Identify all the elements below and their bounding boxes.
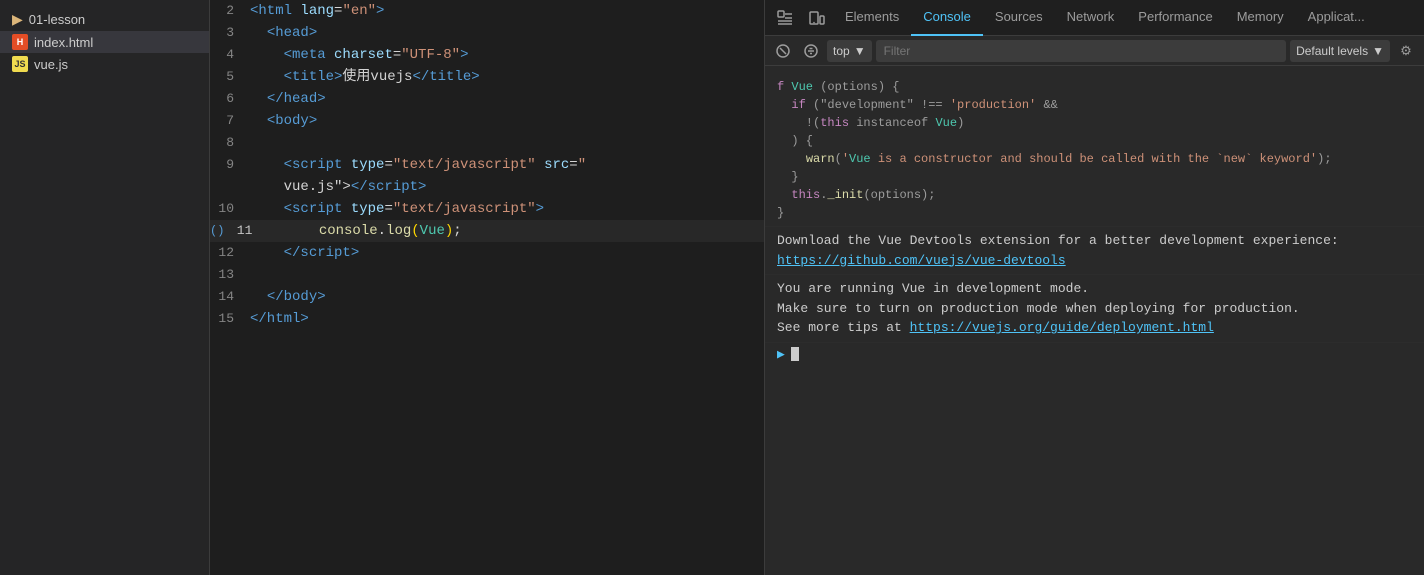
line-content: <title>使用vuejs</title> (250, 66, 764, 88)
line-number: 7 (210, 110, 250, 132)
line-number: 4 (210, 44, 250, 66)
console-entry-download: Download the Vue Devtools extension for … (765, 227, 1424, 275)
active-line-indicator: () (210, 220, 224, 242)
line-number: 8 (210, 132, 250, 154)
code-editor: 2<html lang="en">3 <head>4 <meta charset… (210, 0, 764, 575)
code-line: 2<html lang="en"> (210, 0, 764, 22)
filter-icon[interactable] (799, 39, 823, 63)
code-line: ()11 console.log(Vue); (210, 220, 764, 242)
file-name-js: vue.js (34, 57, 68, 72)
deployment-link[interactable]: https://vuejs.org/guide/deployment.html (910, 320, 1214, 335)
code-line: vue.js"></script> (210, 176, 764, 198)
html-file-icon: H (12, 34, 28, 50)
clear-console-button[interactable] (771, 39, 795, 63)
line-number: 9 (210, 154, 250, 176)
js-file-icon: JS (12, 56, 28, 72)
tab-sources[interactable]: Sources (983, 0, 1055, 36)
line-number: 11 (228, 220, 268, 242)
line-number: 5 (210, 66, 250, 88)
console-prompt: ▶ (765, 343, 1424, 366)
more-settings-button[interactable]: ⚙ (1394, 39, 1418, 63)
context-dropdown-arrow: ▼ (854, 44, 866, 58)
context-label: top (833, 44, 850, 58)
code-line: 7 <body> (210, 110, 764, 132)
line-number: 10 (210, 198, 250, 220)
line-content: <html lang="en"> (250, 0, 764, 22)
code-line: 3 <head> (210, 22, 764, 44)
console-message-1: Download the Vue Devtools extension for … (777, 233, 1339, 248)
line-content: <script type="text/javascript"> (250, 198, 764, 220)
console-code-block: f Vue (options) { if ("development" !== … (777, 78, 1412, 222)
file-name-html: index.html (34, 35, 93, 50)
line-content: </html> (250, 308, 764, 330)
code-line: 14 </body> (210, 286, 764, 308)
code-line: 6 </head> (210, 88, 764, 110)
line-content: </body> (250, 286, 764, 308)
context-selector[interactable]: top ▼ (827, 40, 872, 62)
file-tree: ▶ 01-lesson H index.html JS vue.js (0, 0, 210, 575)
tab-performance[interactable]: Performance (1126, 0, 1224, 36)
line-content: <head> (250, 22, 764, 44)
console-output: f Vue (options) { if ("development" !== … (765, 66, 1424, 575)
tab-elements[interactable]: Elements (833, 0, 911, 36)
code-line: 8 (210, 132, 764, 154)
devtools-tabs: Elements Console Sources Network Perform… (765, 0, 1424, 36)
console-toolbar: top ▼ Default levels ▼ ⚙ (765, 36, 1424, 66)
line-content: <script type="text/javascript" src=" (250, 154, 764, 176)
prompt-arrow: ▶ (777, 347, 785, 362)
code-line: 13 (210, 264, 764, 286)
console-message-3: Make sure to turn on production mode whe… (777, 301, 1300, 316)
vue-devtools-link[interactable]: https://github.com/vuejs/vue-devtools (777, 253, 1066, 268)
tab-memory[interactable]: Memory (1225, 0, 1296, 36)
line-content: console.log(Vue); (268, 220, 764, 242)
line-number: 6 (210, 88, 250, 110)
line-number: 12 (210, 242, 250, 264)
log-levels-selector[interactable]: Default levels ▼ (1290, 40, 1390, 62)
console-message-4: See more tips at (777, 320, 910, 335)
code-line: 15</html> (210, 308, 764, 330)
line-number: 3 (210, 22, 250, 44)
line-number: 15 (210, 308, 250, 330)
device-icon[interactable] (803, 4, 831, 32)
code-content: 2<html lang="en">3 <head>4 <meta charset… (210, 0, 764, 330)
levels-dropdown-arrow: ▼ (1372, 44, 1384, 58)
code-line: 9 <script type="text/javascript" src=" (210, 154, 764, 176)
tab-network[interactable]: Network (1055, 0, 1127, 36)
line-content: <meta charset="UTF-8"> (250, 44, 764, 66)
tab-console[interactable]: Console (911, 0, 983, 36)
folder-icon: ▶ (12, 11, 23, 28)
console-filter-input[interactable] (876, 40, 1286, 62)
code-line: 10 <script type="text/javascript"> (210, 198, 764, 220)
code-line: 5 <title>使用vuejs</title> (210, 66, 764, 88)
line-content: </head> (250, 88, 764, 110)
code-line: 12 </script> (210, 242, 764, 264)
prompt-cursor (791, 347, 799, 361)
line-content: </script> (250, 242, 764, 264)
console-message-2: You are running Vue in development mode. (777, 281, 1089, 296)
folder-item[interactable]: ▶ 01-lesson (0, 8, 209, 31)
line-content: vue.js"></script> (250, 176, 764, 198)
levels-label: Default levels (1296, 44, 1368, 58)
inspect-icon[interactable] (771, 4, 799, 32)
line-content: <body> (250, 110, 764, 132)
line-number: 13 (210, 264, 250, 286)
tab-application[interactable]: Applicat... (1296, 0, 1377, 36)
console-entry-mode: You are running Vue in development mode.… (765, 275, 1424, 343)
file-item-js[interactable]: JS vue.js (0, 53, 209, 75)
folder-label: 01-lesson (29, 12, 85, 27)
devtools-panel: Elements Console Sources Network Perform… (764, 0, 1424, 575)
console-entry-code: f Vue (options) { if ("development" !== … (765, 74, 1424, 227)
code-line: 4 <meta charset="UTF-8"> (210, 44, 764, 66)
file-item-html[interactable]: H index.html (0, 31, 209, 53)
line-number: 14 (210, 286, 250, 308)
line-number: 2 (210, 0, 250, 22)
